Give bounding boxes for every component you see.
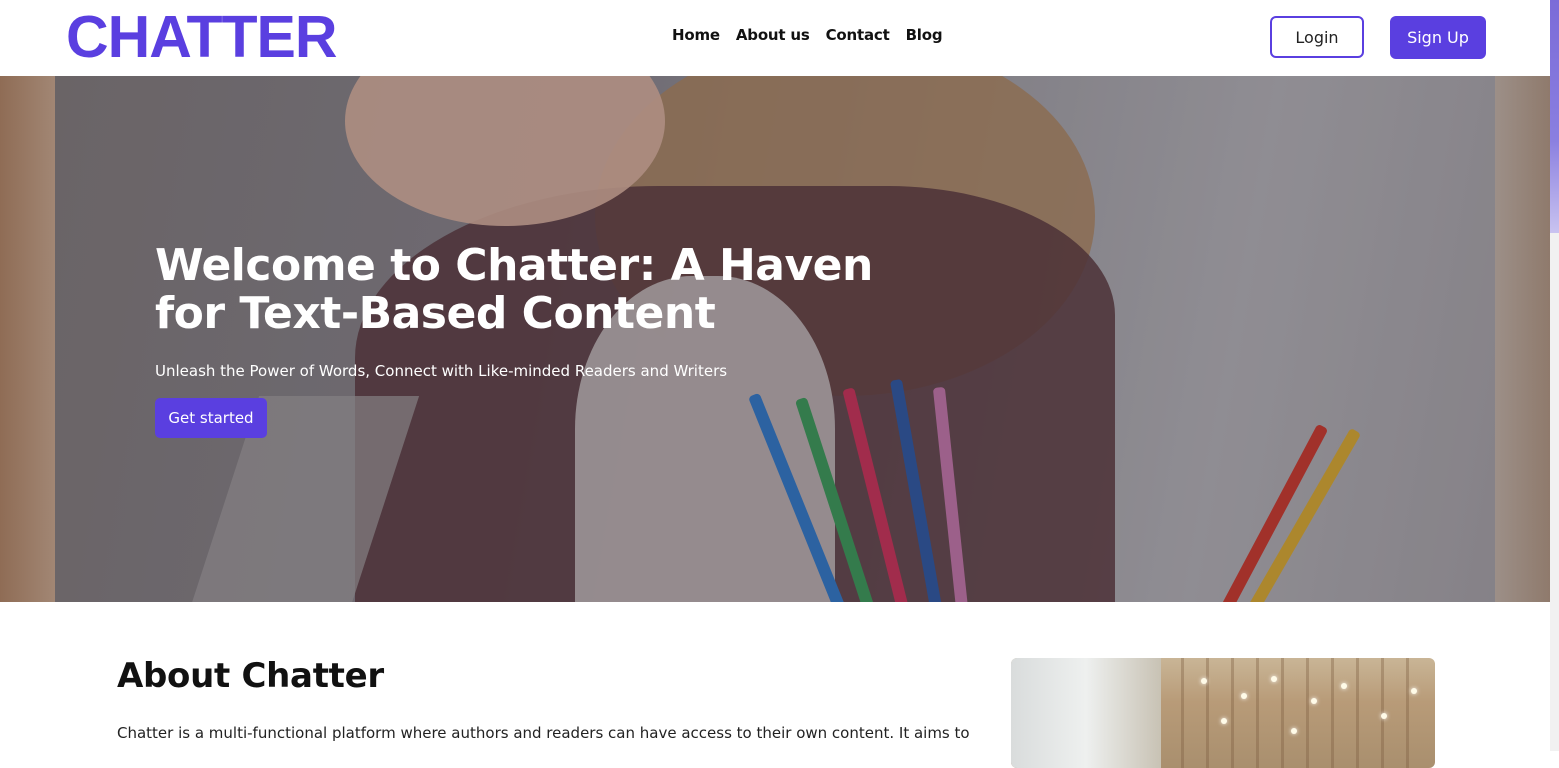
site-logo[interactable]: CHATTER: [66, 4, 337, 70]
about-text: Chatter is a multi-functional platform w…: [117, 724, 970, 742]
get-started-button[interactable]: Get started: [155, 398, 267, 438]
about-image: [1011, 658, 1435, 768]
about-title: About Chatter: [117, 656, 384, 696]
signup-button[interactable]: Sign Up: [1390, 16, 1486, 59]
main-nav: Home About us Contact Blog: [672, 26, 943, 44]
hero-content: Welcome to Chatter: A Haven for Text-Bas…: [155, 242, 875, 438]
hero-subtitle: Unleash the Power of Words, Connect with…: [155, 362, 728, 380]
site-header: CHATTER Home About us Contact Blog Login…: [0, 0, 1550, 76]
hero-title: Welcome to Chatter: A Haven for Text-Bas…: [155, 240, 873, 339]
nav-home[interactable]: Home: [672, 26, 720, 44]
login-button[interactable]: Login: [1270, 16, 1364, 58]
scrollbar-thumb[interactable]: [1550, 0, 1559, 233]
hero-section: Welcome to Chatter: A Haven for Text-Bas…: [0, 76, 1550, 602]
nav-contact[interactable]: Contact: [826, 26, 890, 44]
nav-about-us[interactable]: About us: [736, 26, 810, 44]
nav-blog[interactable]: Blog: [906, 26, 943, 44]
page-scrollbar[interactable]: [1550, 0, 1559, 751]
